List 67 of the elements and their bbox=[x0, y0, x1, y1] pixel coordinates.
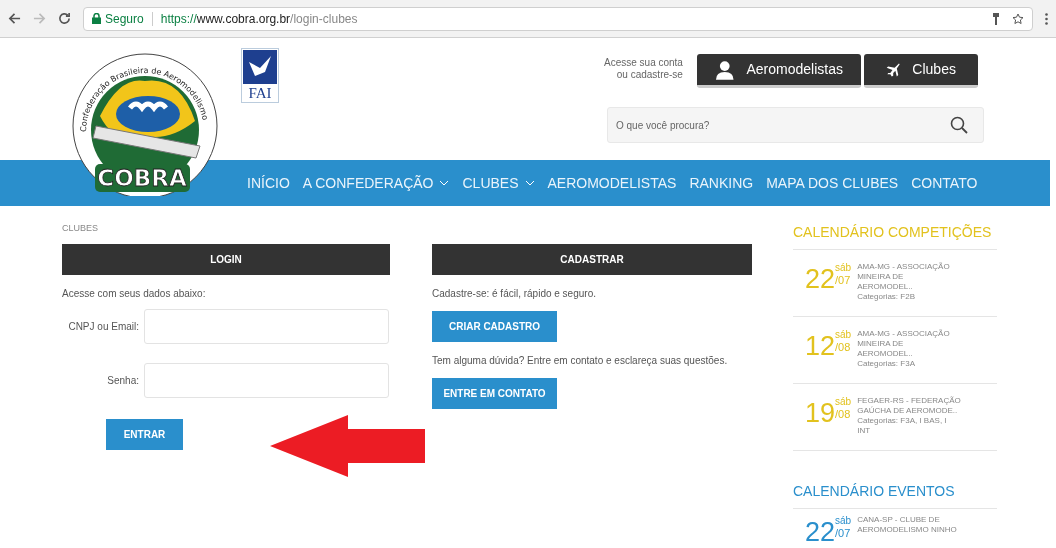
event-month: /07 bbox=[835, 528, 852, 539]
event-weekday: sáb bbox=[835, 515, 852, 526]
account-prompt-text: ou cadastre-se bbox=[615, 69, 683, 81]
calendar-title: CALENDÁRIO EVENTOS bbox=[793, 481, 997, 509]
breadcrumb[interactable]: CLUBES bbox=[62, 222, 390, 238]
search-field[interactable]: O que você procura? bbox=[607, 107, 984, 143]
section-header: CADASTRAR bbox=[432, 244, 752, 275]
account-prompt-text: Acesse sua conta bbox=[604, 57, 683, 69]
fai-logo[interactable]: FAI bbox=[241, 48, 279, 103]
nav-link[interactable]: A CONFEDERAÇÃO bbox=[302, 172, 450, 194]
event-text: AMA-MG - ASSOCIAÇÃO bbox=[857, 262, 950, 272]
event-day: 22 bbox=[805, 264, 836, 294]
contact-button[interactable]: ENTRE EM CONTATO bbox=[432, 378, 557, 409]
submit-button[interactable]: ENTRAR bbox=[106, 419, 183, 450]
event-day: 12 bbox=[805, 331, 836, 361]
event-weekday: sáb bbox=[835, 396, 852, 407]
key-icon[interactable] bbox=[992, 12, 1000, 25]
url-text: https://www.cobra.org.br/login-clubes bbox=[160, 10, 358, 28]
star-icon[interactable] bbox=[1012, 12, 1024, 25]
text-input[interactable] bbox=[144, 309, 389, 344]
lock-icon bbox=[92, 13, 101, 24]
section-header: LOGIN bbox=[62, 244, 390, 275]
nav-link[interactable]: INÍCIO bbox=[247, 172, 290, 194]
reload-icon[interactable] bbox=[58, 12, 71, 25]
help-text: Tem alguma dúvida? Entre em contato e esclareça suas questões. bbox=[432, 354, 729, 368]
back-icon[interactable] bbox=[8, 12, 21, 25]
text-input[interactable] bbox=[144, 363, 389, 398]
event-text: AEROMODEL.. bbox=[857, 349, 914, 359]
login-intro: Acesse com seus dados abaixo: bbox=[62, 287, 207, 301]
register-intro: Cadastre-se: é fácil, rápido e seguro. bbox=[432, 287, 597, 301]
event-day: 22 bbox=[805, 517, 836, 547]
chevron-down-icon bbox=[439, 180, 450, 186]
event-text: GAÚCHA DE AEROMODE.. bbox=[857, 406, 959, 416]
field-label: Senha: bbox=[106, 374, 139, 388]
event-month: /08 bbox=[835, 342, 852, 353]
event-text: Categorias: F2B bbox=[857, 292, 916, 302]
event-text: MINEIRA DE bbox=[857, 272, 905, 282]
nav-link[interactable]: CLUBES bbox=[462, 172, 535, 194]
event-text: AMA-MG - ASSOCIAÇÃO bbox=[857, 329, 950, 339]
field-label: CNPJ ou Email: bbox=[67, 320, 139, 334]
event-text: AEROMODELISMO NINHO bbox=[857, 525, 957, 535]
account-button[interactable]: Clubes bbox=[863, 54, 978, 88]
event-month: /08 bbox=[835, 409, 852, 420]
nav-link[interactable]: CONTATO bbox=[911, 172, 978, 194]
event-text: INT bbox=[857, 426, 872, 436]
nav-link[interactable]: AEROMODELISTAS bbox=[547, 172, 677, 194]
person-icon bbox=[714, 59, 735, 80]
event-text: Categorias: F3A, I BAS, I bbox=[857, 416, 948, 426]
event-day: 19 bbox=[805, 398, 836, 428]
event-text: Categorias: F3A bbox=[857, 359, 916, 369]
nav-link[interactable]: RANKING bbox=[689, 172, 754, 194]
chevron-down-icon bbox=[524, 180, 535, 186]
nav-link[interactable]: MAPA DOS CLUBES bbox=[766, 172, 899, 194]
event-text: AEROMODEL.. bbox=[857, 282, 914, 292]
event-text: CANA-SP - CLUBE DE bbox=[857, 515, 941, 525]
create-account-button[interactable]: CRIAR CADASTRO bbox=[432, 311, 557, 342]
calendar-title: CALENDÁRIO COMPETIÇÕES bbox=[793, 222, 997, 250]
security-label: Seguro bbox=[105, 10, 144, 28]
search-icon[interactable] bbox=[950, 116, 968, 134]
event-text: FEGAER-RS - FEDERAÇÃO bbox=[857, 396, 961, 406]
event-month: /07 bbox=[835, 275, 852, 286]
event-text: MINEIRA DE bbox=[857, 339, 905, 349]
event-weekday: sáb bbox=[835, 262, 852, 273]
menu-icon[interactable] bbox=[1045, 12, 1048, 25]
account-button[interactable]: Aeromodelistas bbox=[696, 54, 861, 88]
address-bar[interactable]: Seguro https://www.cobra.org.br/login-clubes bbox=[83, 6, 1033, 31]
event-weekday: sáb bbox=[835, 329, 852, 340]
